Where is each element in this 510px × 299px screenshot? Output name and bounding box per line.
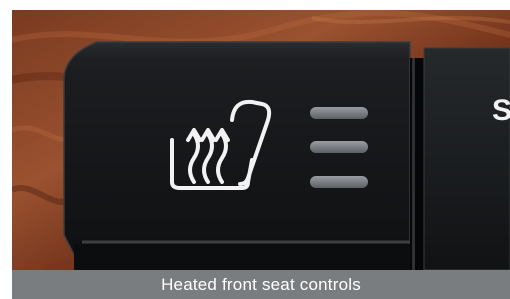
seat-heater-button[interactable]	[63, 41, 411, 270]
caption-text: Heated front seat controls	[161, 275, 361, 294]
photo: S	[12, 10, 510, 270]
figure: S Heated front seat controls	[0, 0, 510, 299]
adjacent-button[interactable]	[423, 47, 510, 270]
heat-level-indicator-1	[310, 107, 368, 119]
adjacent-button-label: S	[492, 94, 510, 127]
heat-level-indicator-2	[310, 141, 368, 153]
heat-level-indicator-3	[310, 176, 368, 188]
panel-base	[74, 244, 410, 270]
caption-bar: Heated front seat controls	[12, 270, 510, 299]
